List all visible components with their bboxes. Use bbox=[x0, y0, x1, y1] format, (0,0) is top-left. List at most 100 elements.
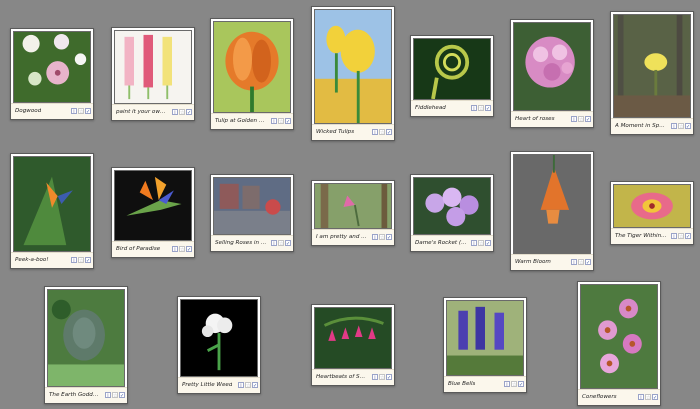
checkbox-icon[interactable]: ✓ bbox=[186, 246, 192, 253]
photo-title[interactable]: Blue Bells bbox=[448, 381, 475, 388]
checkbox-icon[interactable]: ✓ bbox=[518, 381, 524, 388]
photo-card-pretty-little-weed[interactable]: Pretty Little Weed i ☆ ✓ bbox=[177, 296, 261, 394]
checkbox-icon[interactable]: ✓ bbox=[386, 374, 392, 381]
star-icon[interactable]: ☆ bbox=[278, 118, 284, 125]
photo-i-am-pretty[interactable] bbox=[314, 183, 392, 229]
photo-card-paint-it-your-own-way[interactable]: paint it your own way i ☆ ✓ bbox=[111, 27, 195, 121]
photo-card-tulip-at-golden-hour[interactable]: Tulip at Golden Hour i ☆ ✓ bbox=[210, 18, 294, 130]
photo-peek-a-boo[interactable] bbox=[13, 156, 91, 252]
photo-title[interactable]: Dogwood bbox=[15, 108, 41, 115]
star-icon[interactable]: ☆ bbox=[478, 105, 484, 112]
photo-title[interactable]: paint it your own way bbox=[116, 109, 168, 116]
photo-card-a-moment-in-spring[interactable]: A Moment in Spring i ☆ ✓ bbox=[610, 11, 694, 135]
checkbox-icon[interactable]: ✓ bbox=[85, 257, 91, 264]
photo-title[interactable]: Tulip at Golden Hour bbox=[215, 118, 267, 125]
photo-warm-bloom[interactable] bbox=[513, 154, 591, 254]
star-icon[interactable]: ☆ bbox=[78, 108, 84, 115]
star-icon[interactable]: ☆ bbox=[678, 233, 684, 240]
photo-card-warm-bloom[interactable]: Warm Bloom i ☆ ✓ bbox=[510, 151, 594, 271]
checkbox-icon[interactable]: ✓ bbox=[119, 392, 125, 399]
info-icon[interactable]: i bbox=[571, 259, 577, 266]
info-icon[interactable]: i bbox=[238, 382, 244, 389]
photo-card-i-am-pretty[interactable]: I am pretty and I kno... i ☆ ✓ bbox=[311, 180, 395, 246]
photo-dogwood[interactable] bbox=[13, 31, 91, 103]
photo-title[interactable]: Peek-a-boo! bbox=[15, 257, 49, 264]
checkbox-icon[interactable]: ✓ bbox=[685, 233, 691, 240]
star-icon[interactable]: ☆ bbox=[379, 374, 385, 381]
star-icon[interactable]: ☆ bbox=[179, 246, 185, 253]
photo-title[interactable]: Heart of roses bbox=[515, 116, 555, 123]
photo-card-coneflowers[interactable]: Coneflowers i ☆ ✓ bbox=[577, 281, 661, 406]
photo-title[interactable]: A Moment in Spring bbox=[615, 123, 667, 130]
info-icon[interactable]: i bbox=[471, 240, 477, 247]
info-icon[interactable]: i bbox=[671, 233, 677, 240]
info-icon[interactable]: i bbox=[638, 394, 644, 401]
photo-card-blue-bells[interactable]: Blue Bells i ☆ ✓ bbox=[443, 297, 527, 393]
photo-fiddlehead[interactable] bbox=[413, 38, 491, 100]
checkbox-icon[interactable]: ✓ bbox=[386, 234, 392, 241]
photo-title[interactable]: Fiddlehead bbox=[415, 105, 446, 112]
info-icon[interactable]: i bbox=[271, 240, 277, 247]
info-icon[interactable]: i bbox=[71, 257, 77, 264]
photo-the-tiger-within[interactable] bbox=[613, 184, 691, 228]
photo-title[interactable]: The Tiger Within the L... bbox=[615, 233, 667, 240]
photo-heart-of-roses[interactable] bbox=[513, 22, 591, 111]
star-icon[interactable]: ☆ bbox=[645, 394, 651, 401]
checkbox-icon[interactable]: ✓ bbox=[85, 108, 91, 115]
checkbox-icon[interactable]: ✓ bbox=[186, 109, 192, 116]
photo-card-dogwood[interactable]: Dogwood i ☆ ✓ bbox=[10, 28, 94, 120]
checkbox-icon[interactable]: ✓ bbox=[652, 394, 658, 401]
checkbox-icon[interactable]: ✓ bbox=[685, 123, 691, 130]
info-icon[interactable]: i bbox=[504, 381, 510, 388]
photo-card-dames-rocket[interactable]: Dame's Rocket (Hespe... i ☆ ✓ bbox=[410, 174, 494, 252]
star-icon[interactable]: ☆ bbox=[112, 392, 118, 399]
photo-title[interactable]: Coneflowers bbox=[582, 394, 617, 401]
photo-heartbeats-of-spring[interactable] bbox=[314, 307, 392, 369]
photo-wicked-tulips[interactable] bbox=[314, 9, 392, 124]
checkbox-icon[interactable]: ✓ bbox=[252, 382, 258, 389]
photo-coneflowers[interactable] bbox=[580, 284, 658, 389]
photo-selling-roses-in-the-rain[interactable] bbox=[213, 177, 291, 235]
photo-card-the-tiger-within[interactable]: The Tiger Within the L... i ☆ ✓ bbox=[610, 181, 694, 245]
star-icon[interactable]: ☆ bbox=[78, 257, 84, 264]
photo-title[interactable]: Wicked Tulips bbox=[316, 129, 354, 136]
info-icon[interactable]: i bbox=[471, 105, 477, 112]
star-icon[interactable]: ☆ bbox=[578, 259, 584, 266]
star-icon[interactable]: ☆ bbox=[379, 234, 385, 241]
star-icon[interactable]: ☆ bbox=[478, 240, 484, 247]
photo-card-fiddlehead[interactable]: Fiddlehead i ☆ ✓ bbox=[410, 35, 494, 117]
star-icon[interactable]: ☆ bbox=[379, 129, 385, 136]
info-icon[interactable]: i bbox=[71, 108, 77, 115]
photo-title[interactable]: Pretty Little Weed bbox=[182, 382, 232, 389]
photo-paint-it-your-own-way[interactable] bbox=[114, 30, 192, 104]
info-icon[interactable]: i bbox=[172, 246, 178, 253]
photo-title[interactable]: Warm Bloom bbox=[515, 259, 551, 266]
info-icon[interactable]: i bbox=[372, 234, 378, 241]
photo-card-the-earth-goddess[interactable]: The Earth Goddess i ☆ ✓ bbox=[44, 286, 128, 404]
star-icon[interactable]: ☆ bbox=[278, 240, 284, 247]
checkbox-icon[interactable]: ✓ bbox=[386, 129, 392, 136]
photo-title[interactable]: I am pretty and I kno... bbox=[316, 234, 368, 241]
photo-title[interactable]: Selling Roses in the rain bbox=[215, 240, 267, 247]
photo-card-bird-of-paradise[interactable]: Bird of Paradise i ☆ ✓ bbox=[111, 167, 195, 258]
info-icon[interactable]: i bbox=[172, 109, 178, 116]
photo-card-selling-roses-in-the-rain[interactable]: Selling Roses in the rain i ☆ ✓ bbox=[210, 174, 294, 252]
info-icon[interactable]: i bbox=[372, 129, 378, 136]
info-icon[interactable]: i bbox=[372, 374, 378, 381]
info-icon[interactable]: i bbox=[271, 118, 277, 125]
photo-title[interactable]: The Earth Goddess bbox=[49, 392, 101, 399]
photo-blue-bells[interactable] bbox=[446, 300, 524, 376]
photo-dames-rocket[interactable] bbox=[413, 177, 491, 235]
photo-card-wicked-tulips[interactable]: Wicked Tulips i ☆ ✓ bbox=[311, 6, 395, 141]
photo-title[interactable]: Bird of Paradise bbox=[116, 246, 160, 253]
checkbox-icon[interactable]: ✓ bbox=[285, 118, 291, 125]
info-icon[interactable]: i bbox=[671, 123, 677, 130]
star-icon[interactable]: ☆ bbox=[578, 116, 584, 123]
photo-the-earth-goddess[interactable] bbox=[47, 289, 125, 387]
photo-tulip-at-golden-hour[interactable] bbox=[213, 21, 291, 113]
photo-title[interactable]: Dame's Rocket (Hespe... bbox=[415, 240, 467, 247]
photo-card-heart-of-roses[interactable]: Heart of roses i ☆ ✓ bbox=[510, 19, 594, 128]
checkbox-icon[interactable]: ✓ bbox=[585, 116, 591, 123]
photo-a-moment-in-spring[interactable] bbox=[613, 14, 691, 118]
star-icon[interactable]: ☆ bbox=[245, 382, 251, 389]
